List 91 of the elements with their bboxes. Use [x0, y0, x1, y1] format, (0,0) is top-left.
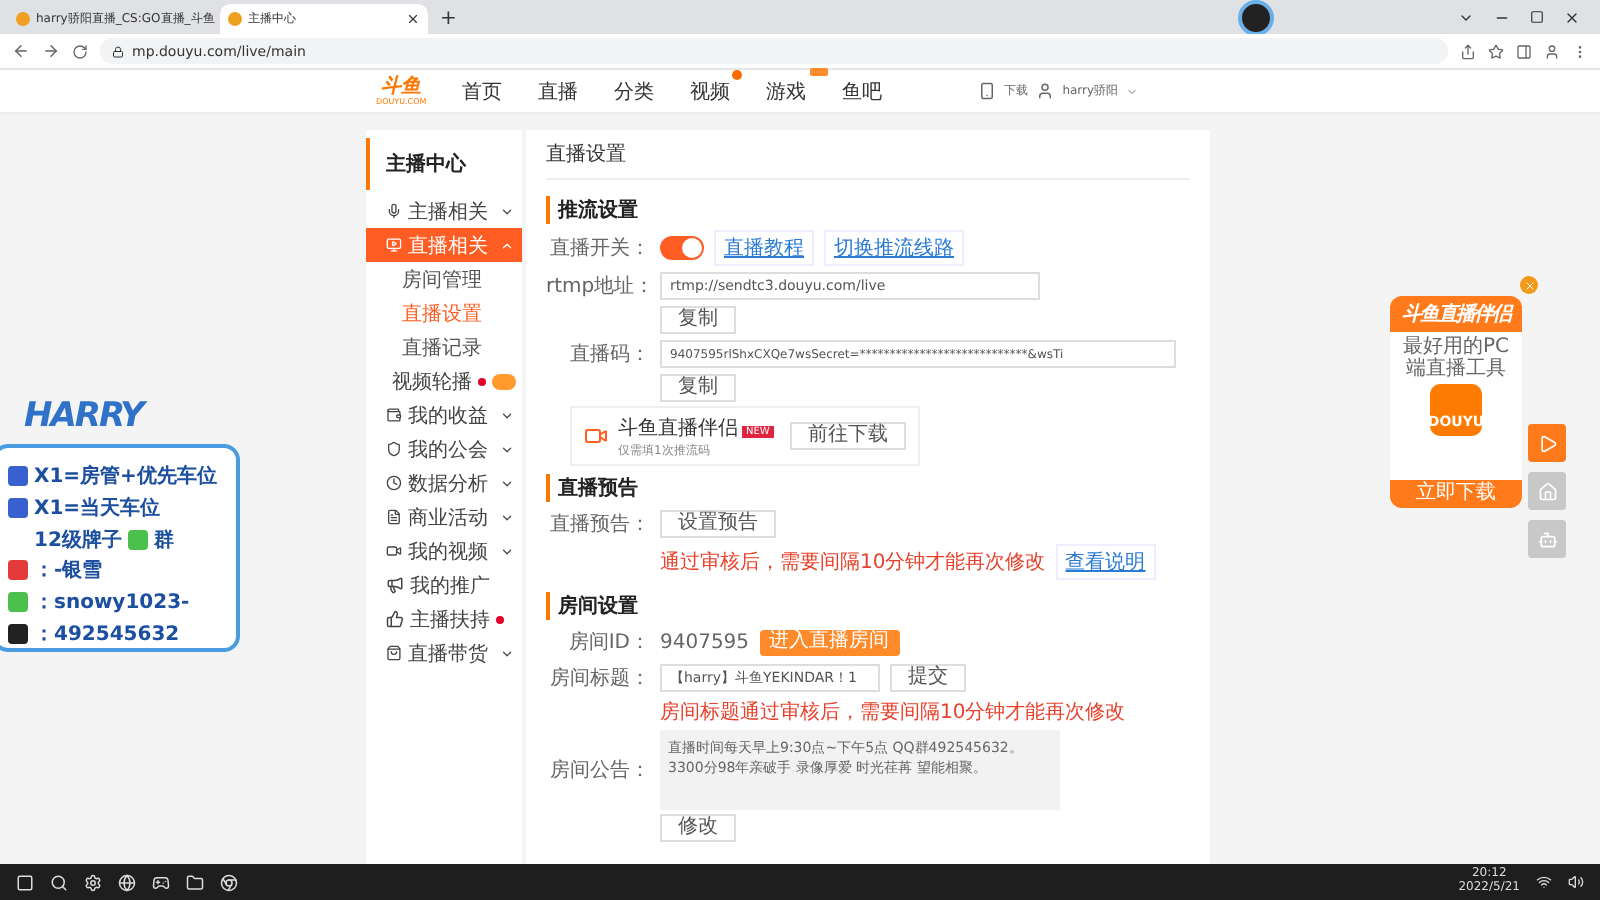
card-text: ：-银雪 [34, 557, 103, 585]
thumbs-up-icon [386, 610, 404, 628]
help-link[interactable]: 直播教程 [714, 230, 814, 266]
camera-icon [584, 424, 608, 448]
card-text: X1=当天车位 [34, 494, 161, 522]
sidebar-item[interactable]: 直播带货 [366, 636, 522, 670]
sidebar-item[interactable]: 商业活动 [366, 500, 522, 534]
shopping-bag-icon [386, 644, 402, 662]
sidebar-subitem[interactable]: 直播记录 [366, 330, 522, 364]
nav-link[interactable]: 分类 [614, 77, 655, 105]
section-heading: 直播预告 [546, 474, 1190, 502]
modify-button[interactable]: 修改 [660, 814, 736, 842]
microphone-icon [386, 202, 402, 220]
megaphone-icon [386, 576, 404, 594]
card-text: ：snowy1023- [34, 590, 190, 617]
start-icon[interactable] [16, 873, 34, 891]
page-title: 直播设置 [546, 130, 1190, 180]
video-icon [386, 542, 402, 560]
nav-link[interactable]: 首页 [462, 77, 503, 105]
copy-button[interactable]: 复制 [660, 374, 736, 402]
field-label: 直播开关： [548, 235, 650, 262]
card-text: X1=房管+优先车位 [34, 462, 217, 491]
card-text: ：492545632 [34, 621, 180, 648]
speaker-icon[interactable] [1568, 874, 1584, 890]
sidebar-item[interactable]: 视频轮播 [366, 364, 522, 398]
field-label: 房间标题： [548, 665, 650, 692]
close-icon[interactable] [1564, 9, 1580, 25]
sidebar-item[interactable]: 数据分析 [366, 466, 522, 500]
sidebar-item[interactable]: 我的收益 [366, 398, 522, 432]
help-link[interactable]: 查看说明 [1055, 544, 1156, 580]
nav-link[interactable]: 视频 [690, 77, 731, 105]
sidebar-item[interactable]: 我的推广 [366, 568, 522, 602]
card-text: 群 [153, 527, 174, 554]
new-tab-button[interactable]: + [440, 4, 457, 34]
nav-link[interactable]: 鱼吧 [842, 77, 883, 105]
section-heading: 推流设置 [546, 196, 1190, 224]
nav-link[interactable]: 直播 [538, 77, 579, 105]
globe-icon[interactable] [118, 873, 136, 891]
search-icon[interactable] [50, 873, 68, 891]
field-label: rtmp地址： [546, 273, 650, 300]
side-panel-icon[interactable] [1516, 43, 1532, 59]
harry-logo: HARRY [24, 400, 143, 434]
forward-icon[interactable] [42, 42, 60, 60]
set-forecast-button[interactable]: 设置预告 [660, 510, 776, 538]
field-label: 直播码： [568, 341, 650, 368]
gamepad-icon[interactable] [152, 873, 170, 891]
monitor-icon [386, 236, 402, 254]
maximize-icon[interactable] [1530, 9, 1544, 23]
favicon-icon [228, 12, 242, 26]
field-label: 房间公告： [548, 757, 650, 784]
lock-icon [112, 45, 124, 57]
sidebar-item[interactable]: 我的公会 [366, 432, 522, 466]
clock-icon [386, 474, 402, 492]
sidebar-subitem[interactable]: 房间管理 [366, 262, 522, 296]
phone-icon [978, 82, 997, 100]
folder-icon[interactable] [186, 873, 204, 891]
nav-link[interactable]: 游戏 [766, 77, 807, 105]
close-icon[interactable] [406, 12, 420, 26]
star-icon[interactable] [1488, 43, 1504, 59]
sidebar-title: 主播中心 [366, 138, 522, 190]
ad-subtitle: 最好用的PC端直播工具 [1400, 336, 1511, 380]
browser-icon[interactable] [220, 873, 238, 891]
field-label: 房间ID： [566, 629, 650, 656]
sidebar-item[interactable]: 主播相关 [366, 194, 522, 228]
room-id: 9407595 [660, 631, 750, 653]
download-button[interactable]: 前往下载 [790, 422, 906, 450]
live-toggle[interactable] [660, 236, 704, 260]
submit-button[interactable]: 提交 [890, 664, 966, 692]
wallet-icon [386, 406, 402, 424]
help-link[interactable]: 切换推流线路 [824, 230, 964, 266]
wifi-icon[interactable] [1536, 874, 1552, 890]
settings-icon[interactable] [84, 873, 102, 891]
card-text: 12级牌子 [34, 527, 122, 554]
sidebar-item[interactable]: 我的视频 [366, 534, 522, 568]
back-icon[interactable] [12, 42, 30, 60]
play-icon[interactable] [1528, 424, 1566, 462]
avatar-circle[interactable] [1238, 0, 1274, 35]
favicon-icon [16, 12, 30, 26]
field-label: 直播预告： [548, 511, 650, 538]
profile-icon[interactable] [1544, 43, 1560, 59]
warning-note: 房间标题通过审核后，需要间隔10分钟才能再次修改 [660, 699, 1126, 726]
section-heading: 房间设置 [546, 592, 1190, 620]
copy-button[interactable]: 复制 [660, 306, 736, 334]
document-icon [386, 508, 402, 526]
share-icon[interactable] [1460, 43, 1476, 59]
sidebar-item[interactable]: 主播扶持 [366, 602, 522, 636]
ad-title: 斗鱼直播伴侣 [1390, 296, 1522, 332]
user-icon [1036, 82, 1055, 100]
shield-icon [386, 440, 402, 458]
warning-note: 通过审核后，需要间隔10分钟才能再次修改 [660, 549, 1046, 576]
reload-icon[interactable] [72, 43, 88, 59]
